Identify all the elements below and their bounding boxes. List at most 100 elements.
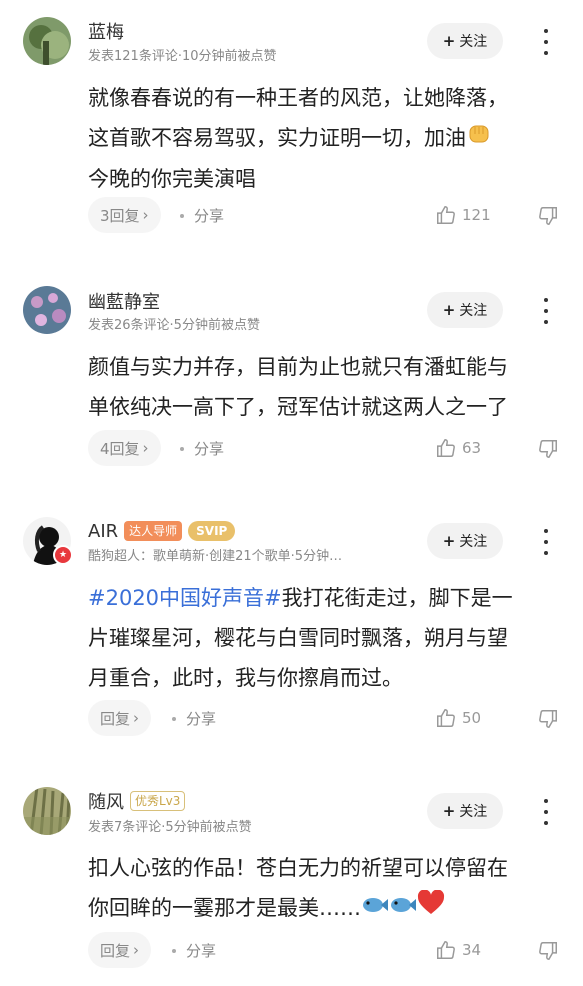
more-vertical-icon[interactable] xyxy=(538,29,554,55)
like-button[interactable]: 50 xyxy=(435,707,481,729)
separator-dot xyxy=(180,213,184,218)
comment-text: 扣人心弦的作品！苍白无力的祈望可以停留在 你回眸的一霎那才是最美…… xyxy=(88,848,558,929)
follow-button[interactable]: + 关注 xyxy=(427,523,503,559)
plus-icon: + xyxy=(442,301,456,319)
comment-line: 这首歌不容易驾驭，实力证明一切，加油 xyxy=(88,118,558,159)
comment-line: 单依纯决一高下了，冠军估计就这两人之一了 xyxy=(88,395,508,419)
comment-line: 你回眸的一霎那才是最美…… xyxy=(88,888,558,929)
comment-line-text: 我打花街走过，脚下是一 xyxy=(281,586,513,610)
thumbs-up-icon xyxy=(437,941,455,959)
thumbs-up-icon xyxy=(437,439,455,457)
like-count: 63 xyxy=(462,439,482,457)
like-button[interactable]: 121 xyxy=(435,204,491,226)
comment-meta: 发表121条评论·10分钟前被点赞 xyxy=(88,49,277,64)
follow-button[interactable]: + 关注 xyxy=(427,793,503,829)
chevron-right-icon: › xyxy=(133,941,140,959)
dislike-button[interactable] xyxy=(537,940,559,966)
replies-button[interactable]: 回复 › xyxy=(88,932,152,968)
dislike-button[interactable] xyxy=(537,205,559,231)
replies-button[interactable]: 回复 › xyxy=(88,700,152,736)
comment-item: 幽藍静室 发表26条评论·5分钟前被点赞 + 关注 颜值与实力并存，目前为止也就… xyxy=(0,270,583,490)
follow-button[interactable]: + 关注 xyxy=(427,23,503,59)
comment-line: 扣人心弦的作品！苍白无力的祈望可以停留在 xyxy=(88,856,508,880)
comment-line: 月重合，此时，我与你擦肩而过。 xyxy=(88,666,403,690)
share-label: 分享 xyxy=(186,710,217,728)
comment-line-text: 这首歌不容易驾驭，实力证明一切，加油 xyxy=(88,126,466,150)
name-row: 蓝梅 xyxy=(88,18,124,44)
share-button[interactable]: 分享 xyxy=(180,438,224,459)
thumbs-down-icon xyxy=(539,207,557,225)
like-count: 50 xyxy=(462,709,482,727)
expert-tag: 达人导师 xyxy=(124,521,183,541)
like-count: 121 xyxy=(462,206,491,224)
username[interactable]: AIR xyxy=(88,521,118,542)
comment-text: #2020中国好声音#我打花街走过，脚下是一 片璀璨星河，樱花与白雪同时飘落，朔… xyxy=(88,578,558,698)
avatar[interactable] xyxy=(23,286,71,334)
follow-label: 关注 xyxy=(459,804,488,820)
thumbs-up-icon xyxy=(437,709,455,727)
comment-line: 片璀璨星河，樱花与白雪同时飘落，朔月与望 xyxy=(88,626,508,650)
separator-dot xyxy=(172,948,176,953)
chevron-right-icon: › xyxy=(142,439,149,457)
chevron-right-icon: › xyxy=(142,206,149,224)
username[interactable]: 随风 xyxy=(88,788,124,814)
thumbs-up-icon xyxy=(437,206,455,224)
like-button[interactable]: 63 xyxy=(435,437,481,459)
star-badge-icon: ★ xyxy=(53,545,73,565)
chevron-right-icon: › xyxy=(133,709,140,727)
fish-emoji-icon xyxy=(389,889,417,929)
level-tag: 优秀Lv3 xyxy=(130,791,186,811)
comment-list: 蓝梅 发表121条评论·10分钟前被点赞 + 关注 就像春春说的有一种王者的风范… xyxy=(0,0,583,986)
follow-label: 关注 xyxy=(459,34,488,50)
replies-button[interactable]: 3回复 › xyxy=(88,197,161,233)
plus-icon: + xyxy=(442,32,456,50)
fist-emoji-icon xyxy=(466,119,492,159)
dislike-button[interactable] xyxy=(537,438,559,464)
like-count: 34 xyxy=(462,941,482,959)
comment-item: 蓝梅 发表121条评论·10分钟前被点赞 + 关注 就像春春说的有一种王者的风范… xyxy=(0,0,583,255)
replies-label: 回复 xyxy=(100,709,131,728)
separator-dot xyxy=(180,446,184,451)
thumbs-down-icon xyxy=(539,440,557,458)
avatar[interactable]: ★ xyxy=(23,517,73,567)
username[interactable]: 幽藍静室 xyxy=(88,288,160,314)
comment-item: 随风 优秀Lv3 发表7条评论·5分钟前被点赞 + 关注 扣人心弦的作品！苍白无… xyxy=(0,770,583,986)
follow-label: 关注 xyxy=(459,534,488,550)
thumbs-down-icon xyxy=(539,942,557,960)
comment-line: 颜值与实力并存，目前为止也就只有潘虹能与 xyxy=(88,355,508,379)
share-button[interactable]: 分享 xyxy=(172,940,216,961)
comment-line-text: 你回眸的一霎那才是最美…… xyxy=(88,896,361,920)
hashtag-link[interactable]: #2020中国好声音# xyxy=(88,586,282,610)
follow-button[interactable]: + 关注 xyxy=(427,292,503,328)
replies-button[interactable]: 4回复 › xyxy=(88,430,161,466)
share-label: 分享 xyxy=(194,207,225,225)
name-row: 随风 优秀Lv3 xyxy=(88,788,186,814)
comment-meta: 酷狗超人：歌单萌新·创建21个歌单·5分钟… xyxy=(88,549,343,564)
more-vertical-icon[interactable] xyxy=(538,529,554,555)
plus-icon: + xyxy=(442,802,456,820)
share-button[interactable]: 分享 xyxy=(172,708,216,729)
dislike-button[interactable] xyxy=(537,708,559,734)
replies-label: 4回复 xyxy=(100,439,140,458)
comment-text: 就像春春说的有一种王者的风范，让她降落， 这首歌不容易驾驭，实力证明一切，加油 … xyxy=(88,78,558,199)
replies-label: 回复 xyxy=(100,941,131,960)
comment-text: 颜值与实力并存，目前为止也就只有潘虹能与 单依纯决一高下了，冠军估计就这两人之一… xyxy=(88,347,558,427)
share-label: 分享 xyxy=(186,942,217,960)
share-label: 分享 xyxy=(194,440,225,458)
username[interactable]: 蓝梅 xyxy=(88,18,124,44)
comment-meta: 发表7条评论·5分钟前被点赞 xyxy=(88,820,252,835)
comment-line: #2020中国好声音#我打花街走过，脚下是一 xyxy=(88,578,558,618)
more-vertical-icon[interactable] xyxy=(538,298,554,324)
more-vertical-icon[interactable] xyxy=(538,799,554,825)
name-row: AIR 达人导师 SVIP xyxy=(88,518,236,544)
replies-label: 3回复 xyxy=(100,206,140,225)
fish-emoji-icon xyxy=(361,889,389,929)
avatar[interactable] xyxy=(23,787,71,835)
avatar[interactable] xyxy=(23,17,71,65)
comment-meta: 发表26条评论·5分钟前被点赞 xyxy=(88,318,260,333)
comment-line: 就像春春说的有一种王者的风范，让她降落， xyxy=(88,86,508,110)
share-button[interactable]: 分享 xyxy=(180,205,224,226)
comment-line: 今晚的你完美演唱 xyxy=(88,167,256,191)
like-button[interactable]: 34 xyxy=(435,939,481,961)
svip-badge: SVIP xyxy=(188,521,236,541)
